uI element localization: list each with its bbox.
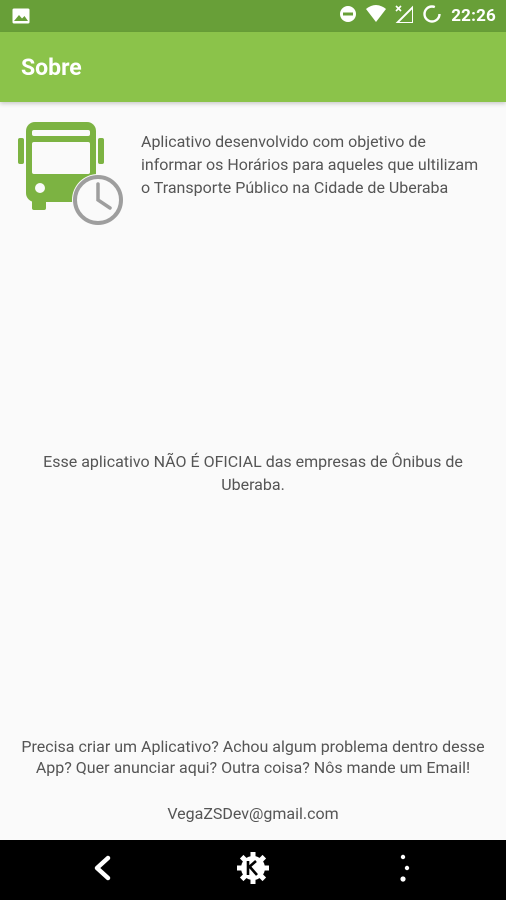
wifi-icon: [366, 5, 387, 27]
status-bar: 22:26: [0, 0, 506, 32]
kde-home-icon: [236, 851, 270, 889]
disclaimer-text: Esse aplicativo NÃO É OFICIAL das empres…: [43, 452, 463, 494]
back-button[interactable]: [72, 840, 132, 900]
page-title: Sobre: [21, 54, 82, 81]
home-button[interactable]: [223, 840, 283, 900]
bus-clock-icon: [16, 120, 128, 232]
about-description: Aplicativo desenvolvido com objetivo de …: [141, 132, 479, 197]
menu-button[interactable]: [376, 840, 436, 900]
battery-charging-icon: [422, 4, 442, 28]
signal-no-data-icon: [394, 4, 415, 27]
about-section: Aplicativo desenvolvido com objetivo de …: [16, 120, 496, 230]
navigation-bar: [0, 840, 506, 900]
do-not-disturb-icon: [339, 5, 357, 27]
image-icon: [12, 8, 30, 28]
status-icons: 22:26: [339, 0, 496, 32]
menu-dots-icon: [398, 853, 414, 887]
contact-message: Precisa criar um Aplicativo? Achou algum…: [21, 737, 485, 777]
back-icon: [91, 855, 113, 885]
contact-email-link[interactable]: VegaZSDev@gmail.com: [0, 804, 506, 823]
app-bar: Sobre: [0, 32, 506, 102]
clock-time: 22:26: [451, 6, 496, 26]
